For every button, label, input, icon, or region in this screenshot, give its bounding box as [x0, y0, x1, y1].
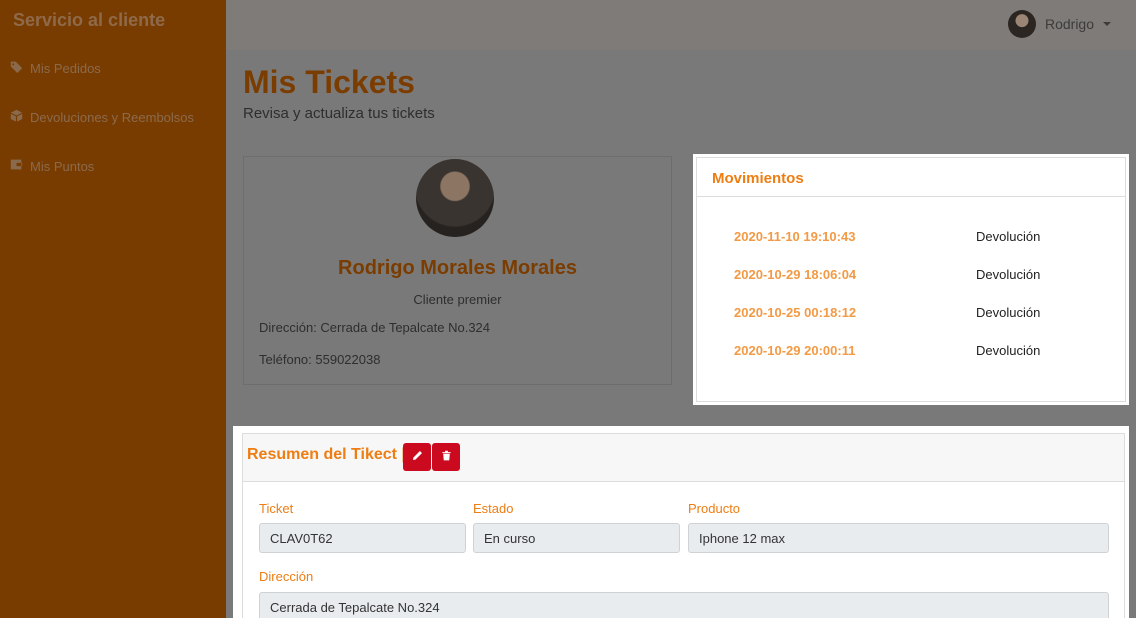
- estado-field[interactable]: [473, 523, 680, 553]
- trash-icon: [441, 448, 452, 466]
- edit-button[interactable]: [403, 443, 431, 471]
- brand-title[interactable]: Servicio al cliente: [13, 10, 165, 31]
- profile-role: Cliente premier: [413, 292, 502, 307]
- movimientos-card: Movimientos 2020-11-10 19:10:43 Devoluci…: [696, 157, 1126, 402]
- profile-card: Rodrigo Morales Morales Cliente premier …: [243, 156, 672, 385]
- list-item: 2020-10-29 18:06:04 Devolución: [697, 267, 1125, 287]
- profile-phone: Teléfono: 559022038: [259, 352, 381, 367]
- list-item: 2020-11-10 19:10:43 Devolución: [697, 229, 1125, 249]
- profile-avatar: [416, 159, 494, 237]
- wallet-icon: [10, 158, 23, 174]
- resumen-card: Resumen del Tikect | Ticket Estado Produ…: [242, 433, 1125, 618]
- ticket-field[interactable]: [259, 523, 466, 553]
- sidebar-item-label: Devoluciones y Reembolsos: [30, 109, 195, 125]
- topbar: Rodrigo: [226, 0, 1136, 50]
- producto-field[interactable]: [688, 523, 1109, 553]
- sidebar: Servicio al cliente Mis Pedidos Devoluci…: [0, 0, 226, 618]
- movimiento-date: 2020-11-10 19:10:43: [734, 229, 856, 244]
- sidebar-item-devoluciones[interactable]: Devoluciones y Reembolsos: [10, 109, 194, 125]
- movimiento-type: Devolución: [976, 229, 1041, 244]
- page-subtitle: Revisa y actualiza tus tickets: [243, 105, 435, 122]
- sidebar-item-mis-pedidos[interactable]: Mis Pedidos: [10, 60, 101, 76]
- producto-label: Producto: [688, 501, 741, 516]
- resumen-panel: Resumen del Tikect | Ticket Estado Produ…: [233, 426, 1129, 618]
- movimiento-date: 2020-10-25 00:18:12: [734, 305, 857, 320]
- sidebar-item-label: Mis Puntos: [30, 158, 95, 174]
- movimientos-title: Movimientos: [712, 170, 804, 187]
- pencil-icon: [412, 448, 423, 466]
- sidebar-item-mis-puntos[interactable]: Mis Puntos: [10, 158, 94, 174]
- direccion-label: Dirección: [259, 569, 314, 584]
- movimiento-type: Devolución: [976, 305, 1041, 320]
- avatar: [1007, 10, 1036, 38]
- ticket-label: Ticket: [259, 501, 294, 516]
- resumen-title: Resumen del Tikect |: [247, 446, 406, 463]
- movimientos-header: Movimientos: [697, 158, 1125, 197]
- movimiento-date: 2020-10-29 20:00:11: [734, 343, 856, 358]
- direccion-field[interactable]: [259, 592, 1109, 618]
- sidebar-item-label: Mis Pedidos: [30, 60, 101, 76]
- movimiento-type: Devolución: [976, 267, 1041, 282]
- profile-name: Rodrigo Morales Morales: [338, 257, 577, 279]
- list-item: 2020-10-25 00:18:12 Devolución: [697, 305, 1125, 325]
- movimiento-date: 2020-10-29 18:06:04: [734, 267, 857, 282]
- tag-icon: [10, 60, 23, 76]
- profile-address: Dirección: Cerrada de Tepalcate No.324: [259, 320, 491, 335]
- chevron-down-icon: [1103, 22, 1111, 26]
- box-icon: [10, 109, 23, 125]
- estado-label: Estado: [473, 501, 514, 516]
- movimiento-type: Devolución: [976, 343, 1041, 358]
- list-item: 2020-10-29 20:00:11 Devolución: [697, 343, 1125, 363]
- page-title: Mis Tickets: [243, 64, 415, 100]
- user-name: Rodrigo: [1044, 16, 1094, 32]
- delete-button[interactable]: [432, 443, 460, 471]
- resumen-header: Resumen del Tikect |: [243, 434, 1124, 482]
- movimientos-panel: Movimientos 2020-11-10 19:10:43 Devoluci…: [693, 154, 1129, 405]
- user-menu[interactable]: Rodrigo: [1007, 10, 1111, 38]
